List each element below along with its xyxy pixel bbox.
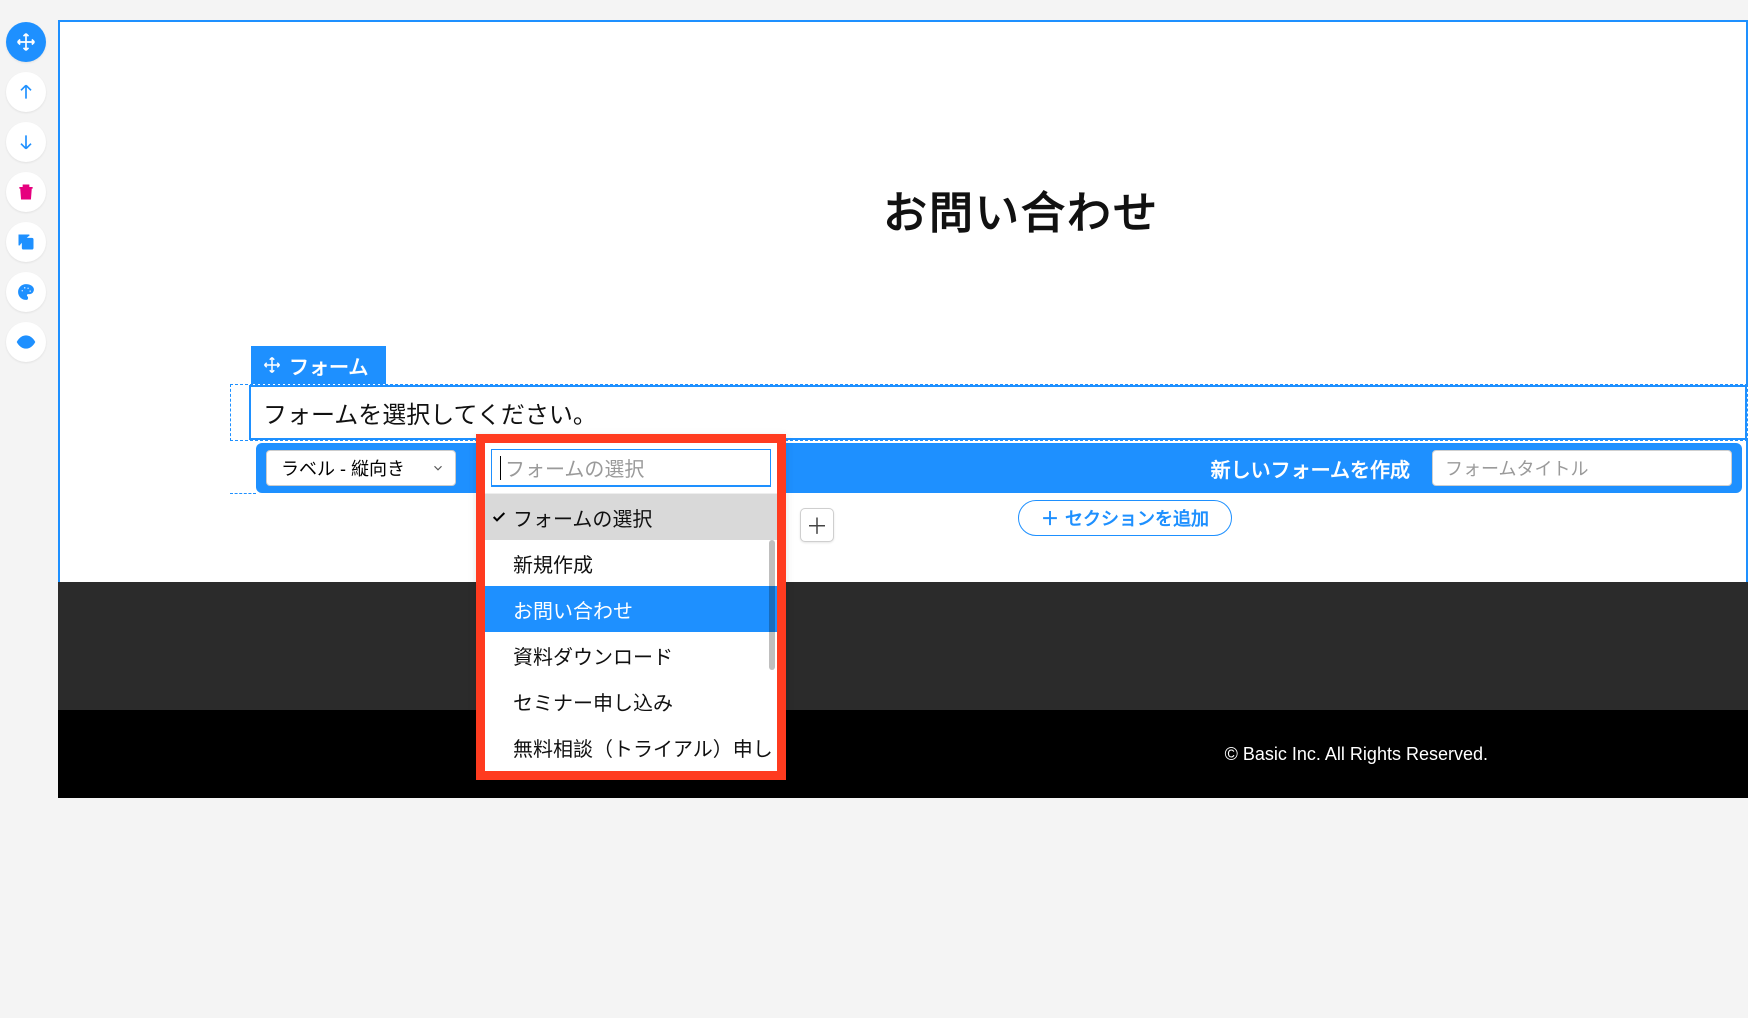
form-select-options-list: フォームの選択 新規作成 お問い合わせ 資料ダウンロード セミナー申し込み 無料… — [485, 493, 777, 771]
eye-icon — [16, 332, 36, 352]
move-icon — [263, 356, 281, 374]
dropdown-scrollbar[interactable] — [769, 540, 775, 670]
chevron-down-icon — [431, 461, 445, 475]
add-block-button[interactable]: ＋ — [800, 508, 834, 542]
plus-icon: ＋ — [1041, 505, 1059, 531]
delete-button[interactable] — [6, 172, 46, 212]
dropdown-header-label: フォームの選択 — [513, 503, 652, 532]
form-title-placeholder: フォームタイトル — [1445, 455, 1588, 481]
dashed-outline-fragment — [230, 493, 256, 494]
form-select-header-option[interactable]: フォームの選択 — [485, 494, 777, 540]
copyright-text: © Basic Inc. All Rights Reserved. — [1225, 744, 1488, 765]
form-option[interactable]: セミナー申し込み — [485, 678, 777, 724]
form-placeholder-text: フォームを選択してください。 — [263, 395, 1733, 430]
move-up-button[interactable] — [6, 72, 46, 112]
form-option[interactable]: 無料相談（トライアル）申し — [485, 724, 777, 770]
create-new-form-label: 新しいフォームを作成 — [1211, 454, 1410, 483]
text-caret — [500, 456, 501, 480]
arrow-down-icon — [16, 132, 36, 152]
copy-icon — [16, 232, 36, 252]
selected-section-outline: お問い合わせ — [58, 20, 1748, 600]
move-icon — [16, 32, 36, 52]
form-element-body[interactable]: フォームを選択してください。 — [230, 384, 1748, 441]
form-select-filter-input[interactable]: フォームの選択 — [491, 449, 771, 487]
move-button[interactable] — [6, 22, 46, 62]
copy-button[interactable] — [6, 222, 46, 262]
visibility-button[interactable] — [6, 322, 46, 362]
style-button[interactable] — [6, 272, 46, 312]
palette-icon — [16, 282, 36, 302]
form-option[interactable]: お問い合わせ — [485, 586, 777, 632]
form-option[interactable]: 新規作成 — [485, 540, 777, 586]
page-title: お問い合わせ — [883, 177, 1583, 241]
label-orientation-value: ラベル - 縦向き — [281, 455, 405, 481]
check-icon — [491, 509, 507, 525]
form-title-input[interactable]: フォームタイトル — [1432, 450, 1732, 486]
move-down-button[interactable] — [6, 122, 46, 162]
trash-icon — [16, 182, 36, 202]
page-footer-upper — [58, 582, 1748, 710]
label-orientation-select[interactable]: ラベル - 縦向き — [266, 450, 456, 486]
add-section-button[interactable]: ＋ セクションを追加 — [1018, 500, 1232, 536]
add-section-label: セクションを追加 — [1065, 505, 1209, 531]
element-tag-form[interactable]: フォーム — [251, 346, 386, 384]
plus-icon: ＋ — [806, 509, 828, 541]
arrow-up-icon — [16, 82, 36, 102]
form-option[interactable]: 資料ダウンロード — [485, 632, 777, 678]
page-footer-lower: © Basic Inc. All Rights Reserved. — [58, 710, 1748, 798]
element-tag-label: フォーム — [289, 351, 368, 380]
editor-vertical-toolbar — [6, 22, 50, 362]
form-select-filter-placeholder: フォームの選択 — [505, 453, 644, 482]
form-select-dropdown-highlight: フォームの選択 フォームの選択 新規作成 お問い合わせ 資料ダウンロード セミナ… — [476, 434, 786, 780]
